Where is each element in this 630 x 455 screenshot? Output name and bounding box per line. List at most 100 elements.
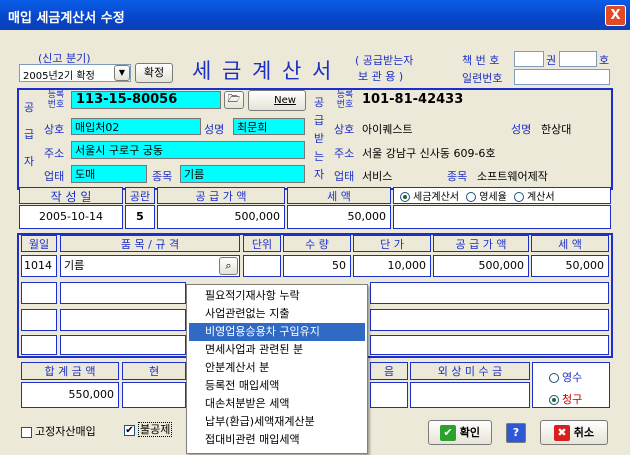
supplier-reg-input[interactable]: 113-15-80056 [71,91,221,109]
serial-label: 일련번호 [462,72,503,85]
row1-supply[interactable]: 500,000 [433,255,529,277]
receiver-company: 아이퀘스트 [362,123,413,136]
confirm-button[interactable]: 확정 [135,63,173,83]
doc-sub1: ( 공급받는자 [355,54,414,67]
ok-button[interactable]: ✔ 확인 [428,420,492,445]
chevron-down-icon[interactable]: ▼ [114,65,130,81]
receiver-item-label: 종목 [447,170,468,183]
new-button[interactable]: New [248,90,306,111]
row2-date[interactable] [21,282,57,304]
kwon-label: 권 [546,54,557,67]
menu-item[interactable]: 납부(환급)세액재계산분 [189,413,365,431]
date-input[interactable]: 2005-10-14 [19,205,123,229]
cash-header: 현 [122,362,186,380]
folder-icon[interactable]: 🗁 [224,91,244,109]
receiver-name-label: 성명 [511,123,532,136]
credit-amount[interactable] [410,382,530,408]
radio-claim-icon [549,395,559,405]
row4-item[interactable] [60,335,186,355]
total-amount: 550,000 [21,382,119,408]
doc-sub2: 보 관 용 ) [358,70,404,83]
supplier-reg-label: 등록 번호 [47,90,65,110]
col-item: 품 목 / 규 격 [60,235,240,252]
ho-label: 호 [599,54,610,67]
search-icon[interactable]: ⌕ [219,257,238,275]
radio-invoice-icon [513,192,524,202]
receiver-biz: 서비스 [362,170,393,183]
supplier-side-label: 공급자 [23,101,35,168]
date-header: 작 성 일 [19,187,123,204]
supplier-name-label: 성명 [204,123,225,136]
radio-zero-rate-icon [466,192,477,202]
menu-item[interactable]: 대손처분받은 세액 [189,395,365,413]
row3-rest[interactable] [370,309,609,331]
doc-title: 세 금 계 산 서 [192,59,334,83]
x-icon: ✖ [553,425,570,441]
row1-qty[interactable]: 50 [283,255,351,277]
supplier-addr-label: 주소 [44,147,65,160]
help-button[interactable]: ? [506,423,526,443]
row3-date[interactable] [21,309,57,331]
row4-date[interactable] [21,335,57,355]
menu-item[interactable]: 필요적기재사항 누락 [189,287,365,305]
book-kwon-input[interactable] [514,51,544,67]
row2-item[interactable] [60,282,186,304]
row1-price[interactable]: 10,000 [353,255,431,277]
menu-item[interactable]: 안분계산서 분 [189,359,365,377]
non-deduct-checkbox[interactable]: ✔ 불공제 [124,421,173,437]
radio-tax-invoice[interactable]: 세금계산서 [400,192,459,203]
menu-item[interactable]: 사업관련없는 지출 [189,305,365,323]
receiver-reg-no: 101-81-42433 [362,92,464,107]
row3-item[interactable] [60,309,186,331]
supplier-addr-input[interactable]: 서울시 구로구 궁동 [71,141,305,159]
context-menu: 필요적기재사항 누락 사업관련없는 지출 비영업용승용차 구입유지 면세사업과 … [186,284,368,454]
row1-date[interactable]: 1014 [21,255,57,277]
cash-amount[interactable] [122,382,186,408]
fixed-asset-checkbox[interactable]: 고정자산매입 [21,423,96,439]
menu-item[interactable]: 접대비관련 매입세액 [189,431,365,449]
total-header: 합 계 금 액 [21,362,119,380]
book-label: 책 번 호 [462,54,500,67]
window-title-bar: 매입 세금계산서 수정 [0,0,630,30]
check-icon: ✔ [439,425,456,441]
non-deduct-check-icon: ✔ [124,424,135,436]
receiver-addr: 서울 강남구 신사동 609-6호 [362,147,496,160]
row1-item[interactable]: 기름 [60,255,240,277]
row2-rest[interactable] [370,282,609,304]
col-date: 월일 [21,235,57,252]
row1-unit[interactable] [243,255,281,277]
receiver-side-label: 공급받는자 [313,96,325,181]
serial-input[interactable] [514,69,610,85]
invoice-type-group: 세금계산서 영세율 계산서 [393,187,611,204]
blank-header: 공란 [125,187,155,204]
bill-header: 음 [370,362,408,380]
receipt-claim-group: 영수 청구 [532,362,610,408]
window-title: 매입 세금계산서 수정 [8,11,125,26]
receiver-item: 소프트웨어제작 [477,170,548,183]
supplier-biz-input[interactable]: 도매 [71,165,147,183]
supplier-company-input[interactable]: 매입처02 [71,118,201,135]
tax-total: 50,000 [287,205,391,229]
menu-item-selected[interactable]: 비영업용승용차 구입유지 [189,323,365,341]
supplier-item-input[interactable]: 기름 [180,165,305,183]
radio-tax-invoice-icon [400,192,410,202]
bill-amount[interactable] [370,382,408,408]
radio-invoice[interactable]: 계산서 [513,192,555,203]
radio-claim[interactable]: 청구 [549,391,609,407]
tax-header: 세 액 [287,187,391,204]
remarks-field[interactable] [393,205,611,229]
book-ho-input[interactable] [559,51,597,67]
row1-tax[interactable]: 50,000 [531,255,609,277]
menu-item[interactable]: 면세사업과 관련된 분 [189,341,365,359]
row4-rest[interactable] [370,335,609,355]
radio-receipt[interactable]: 영수 [549,369,609,385]
supplier-biz-label: 업태 [44,170,65,183]
menu-item[interactable]: 등록전 매입세액 [189,377,365,395]
cancel-button[interactable]: ✖ 취소 [540,420,608,445]
supplier-name-input[interactable]: 최문희 [233,118,305,135]
radio-zero-rate[interactable]: 영세율 [466,192,507,203]
col-qty: 수 량 [283,235,351,252]
col-tax: 세 액 [531,235,609,252]
close-button[interactable]: X [605,5,626,26]
supplier-company-label: 상호 [44,123,65,136]
